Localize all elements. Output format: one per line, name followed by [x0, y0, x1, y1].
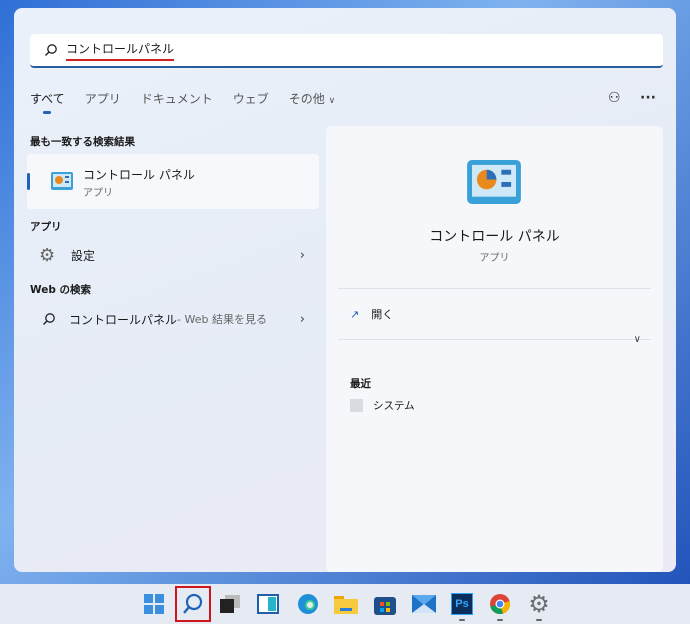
recent-item[interactable]: システム: [350, 398, 415, 413]
apps-heading: アプリ: [30, 221, 62, 233]
running-indicator: [536, 619, 542, 621]
best-match-heading: 最も一致する検索結果: [30, 136, 135, 148]
tab-web[interactable]: ウェブ: [233, 90, 269, 107]
account-switch-icon[interactable]: ⚇: [608, 90, 621, 106]
running-indicator: [497, 619, 503, 621]
preview-subtitle: アプリ: [479, 253, 510, 264]
app-result-settings[interactable]: ⚙ 設定 ›: [27, 240, 319, 270]
settings-icon[interactable]: ⚙: [525, 590, 553, 621]
recent-heading: 最近: [350, 378, 371, 390]
store-icon[interactable]: [371, 590, 399, 618]
preview-title: コントロール パネル: [429, 229, 560, 245]
tab-more[interactable]: その他 ∨: [289, 90, 335, 107]
chevron-down-icon: ∨: [328, 96, 336, 106]
chevron-right-icon: ›: [299, 247, 305, 263]
web-heading: Web の検索: [30, 284, 92, 296]
preview-pane: コントロール パネル アプリ ↗ 開く ∨ 最近 システム: [326, 126, 663, 572]
taskbar: Ps ⚙: [0, 584, 690, 624]
divider: [338, 339, 651, 340]
photoshop-icon[interactable]: Ps: [448, 590, 476, 621]
search-query: コントロールパネル: [66, 40, 175, 61]
expand-chevron-icon[interactable]: ∨: [634, 334, 641, 345]
divider: [338, 288, 651, 289]
tab-documents[interactable]: ドキュメント: [141, 90, 213, 107]
web-result-label: コントロールパネル: [69, 312, 178, 327]
tab-more-label: その他: [288, 92, 325, 106]
best-match-title: コントロール パネル: [83, 168, 195, 182]
task-view-icon[interactable]: [216, 590, 244, 618]
system-icon: [350, 399, 363, 412]
control-panel-large-icon: [467, 160, 521, 204]
file-explorer-icon[interactable]: [332, 590, 360, 618]
search-icon: [43, 313, 55, 325]
taskbar-search-icon[interactable]: [175, 586, 211, 622]
filter-tabs: すべて アプリ ドキュメント ウェブ その他 ∨: [30, 90, 335, 114]
tab-apps[interactable]: アプリ: [85, 90, 121, 107]
best-match-item[interactable]: コントロール パネル アプリ: [27, 154, 319, 209]
search-panel: コントロールパネル すべて アプリ ドキュメント ウェブ その他 ∨ ⚇ ···…: [14, 8, 676, 572]
web-result-suffix: - Web 結果を見る: [177, 313, 267, 326]
chevron-right-icon: ›: [299, 311, 305, 327]
open-action[interactable]: ↗ 開く: [350, 306, 393, 322]
open-external-icon: ↗: [350, 307, 360, 321]
selection-indicator: [27, 173, 30, 190]
settings-gear-icon: ⚙: [39, 244, 56, 266]
running-indicator: [459, 619, 465, 621]
start-icon[interactable]: [140, 590, 168, 618]
mail-icon[interactable]: [410, 590, 438, 618]
search-icon: [45, 44, 57, 56]
chrome-icon[interactable]: [486, 590, 514, 621]
app-result-label: 設定: [71, 248, 96, 263]
recent-item-label: システム: [373, 400, 415, 412]
more-options-icon[interactable]: ···: [640, 90, 656, 106]
web-result[interactable]: コントロールパネル - Web 結果を見る ›: [27, 304, 319, 334]
open-label: 開く: [371, 308, 394, 321]
search-input[interactable]: コントロールパネル: [30, 34, 663, 68]
control-panel-icon: [51, 172, 73, 190]
best-match-subtitle: アプリ: [83, 188, 113, 199]
widgets-icon[interactable]: [254, 590, 282, 618]
edge-icon[interactable]: [294, 590, 322, 618]
tab-all[interactable]: すべて: [30, 90, 65, 114]
